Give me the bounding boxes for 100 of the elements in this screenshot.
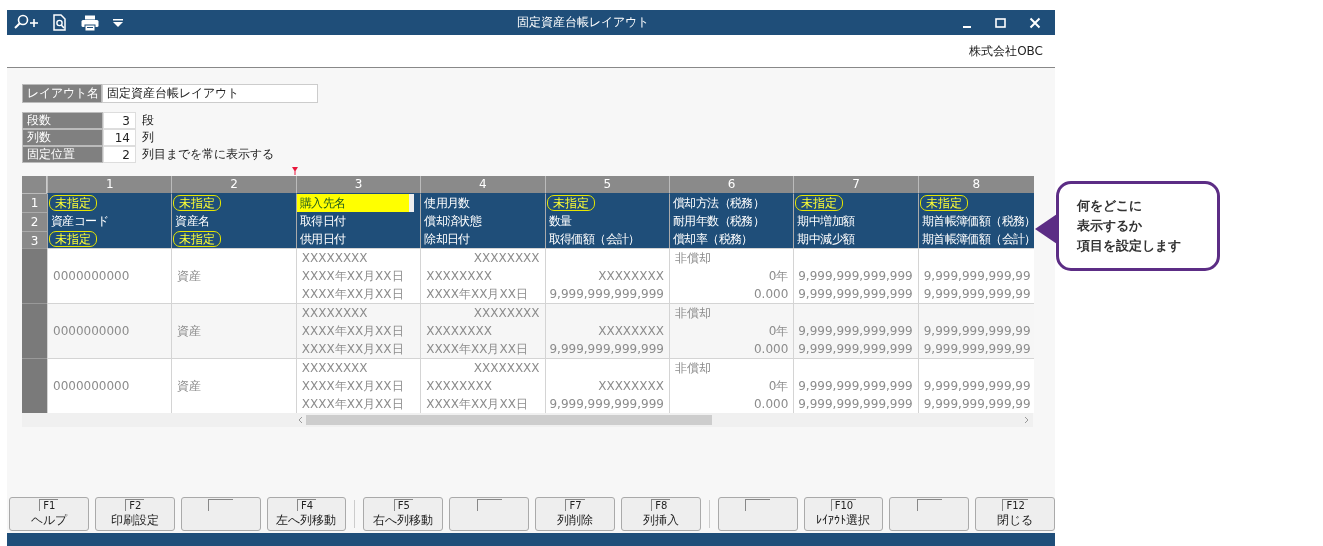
header-field[interactable]: 取得価額（会計） (545, 230, 669, 248)
number-field[interactable]: 14 (103, 129, 136, 146)
function-button[interactable]: F7 列削除 (535, 497, 615, 531)
cell-value: 9,999,999,999,999 (798, 286, 913, 303)
cell-value: 0年 (768, 378, 789, 395)
layout-name-field[interactable]: 固定資産台帳レイアウト (102, 84, 318, 103)
cell-value: XXXX年XX月XX日 (301, 396, 404, 413)
blank-function-button[interactable] (449, 497, 530, 531)
cell-value: XXXXXXXX (598, 323, 664, 340)
cell-value: XXXXXXXX (426, 323, 492, 340)
dropdown-icon[interactable] (113, 18, 123, 27)
company-name: 株式会社OBC (969, 42, 1043, 60)
unassigned-badge[interactable]: 未指定 (546, 195, 595, 211)
unassigned-badge[interactable]: 未指定 (49, 231, 97, 247)
cell-value: 9,999,999,999,99 (923, 286, 1031, 303)
header-field[interactable]: 償却済状態 (421, 212, 545, 230)
cell-value: 非償却 (674, 305, 711, 322)
fixed-column-marker-icon (292, 167, 298, 175)
cell-value: 資産 (177, 267, 203, 285)
cell-value: XXXXXXXX (473, 250, 540, 267)
header-field[interactable]: 購入先名 (296, 194, 415, 212)
document-search-icon[interactable] (53, 14, 67, 31)
cell-value: 0.000 (754, 396, 789, 413)
unassigned-badge[interactable]: 未指定 (795, 195, 844, 211)
header-field[interactable]: 供用日付 (296, 230, 421, 248)
function-button[interactable]: F1 ヘルプ (9, 497, 89, 531)
function-button[interactable]: F4 左へ列移動 (266, 497, 347, 531)
blank-function-button[interactable] (717, 497, 798, 531)
cell-value: 9,999,999,999,99 (923, 396, 1031, 413)
header-field[interactable]: 耐用年数（税務） (669, 212, 794, 230)
cell-value: XXXXXXXX (598, 268, 664, 285)
function-button[interactable]: F12 閉じる (975, 497, 1056, 531)
blank-function-button[interactable] (180, 497, 261, 531)
cell-value: 9,999,999,999,999 (798, 323, 913, 340)
number-field[interactable]: 3 (103, 112, 136, 129)
field-label: 固定位置 (22, 146, 103, 163)
function-button[interactable]: F2 印刷設定 (94, 497, 175, 531)
unassigned-badge[interactable]: 未指定 (173, 195, 222, 211)
close-icon[interactable] (1029, 16, 1041, 29)
printer-icon[interactable] (81, 14, 99, 31)
cell-value: 9,999,999,999,999 (798, 268, 913, 285)
blank-function-button[interactable] (889, 497, 970, 531)
maximize-icon[interactable] (995, 16, 1007, 29)
cell-value: XXXXXXXX (473, 360, 540, 377)
field-label: 列数 (22, 129, 103, 146)
cell-value: 9,999,999,999,999 (549, 341, 664, 358)
field-label: 段数 (22, 112, 103, 129)
header-field[interactable]: 期首帳簿価額（会計） (918, 230, 1036, 248)
cell-value: 9,999,999,999,999 (798, 341, 913, 358)
cell-value: 9,999,999,999,99 (923, 268, 1031, 285)
cell-value: 9,999,999,999,99 (923, 323, 1031, 340)
cell-value: XXXXXXXX (426, 268, 492, 285)
cell-value: 資産 (177, 322, 203, 340)
header-field[interactable]: 償却率（税務） (669, 230, 794, 248)
cell-value: XXXXXXXX (473, 305, 540, 322)
cell-value: 9,999,999,999,999 (549, 396, 664, 413)
header-field[interactable]: 資産コード (48, 212, 172, 230)
header-field[interactable]: 期中減少額 (794, 230, 918, 248)
cell-value: 9,999,999,999,99 (923, 378, 1031, 395)
cell-value: XXXX年XX月XX日 (301, 268, 404, 285)
cell-value: XXXX年XX月XX日 (301, 323, 404, 340)
header-field[interactable]: 期中増加額 (794, 212, 918, 230)
field-label: レイアウト名 (22, 84, 102, 103)
unassigned-badge[interactable]: 未指定 (919, 195, 968, 211)
unit-label: 段 (141, 112, 154, 129)
cell-value: 0.000 (754, 341, 789, 358)
cell-value: 9,999,999,999,999 (798, 378, 913, 395)
unassigned-badge[interactable]: 未指定 (49, 195, 97, 211)
cell-value: XXXX年XX月XX日 (301, 341, 404, 358)
cell-value: 9,999,999,999,999 (549, 286, 664, 303)
cell-value: 9,999,999,999,99 (923, 341, 1031, 358)
unassigned-badge[interactable]: 未指定 (173, 231, 222, 247)
header-field[interactable]: 取得日付 (296, 212, 421, 230)
header-field[interactable]: 資産名 (172, 212, 296, 230)
cell-value: 0000000000 (53, 324, 131, 338)
cell-value: XXXXXXXX (301, 360, 368, 377)
cell-value: XXXX年XX月XX日 (426, 286, 528, 303)
header-field[interactable]: 期首帳簿価額（税務） (918, 212, 1036, 230)
header-field[interactable]: 除却日付 (421, 230, 545, 248)
cell-value: XXXX年XX月XX日 (301, 286, 404, 303)
function-button[interactable]: F8 列挿入 (620, 497, 701, 531)
cell-value: 9,999,999,999,999 (798, 396, 913, 413)
callout-text: 何をどこに 表示するか 項目を設定します (1075, 197, 1181, 255)
cell-value: XXXXXXXX (301, 305, 368, 322)
unit-label: 列 (141, 129, 154, 146)
cell-value: XXXXXXXX (301, 250, 368, 267)
cell-value: XXXX年XX月XX日 (426, 396, 528, 413)
header-field[interactable]: 使用月数 (421, 194, 545, 212)
unit-label: 列目までを常に表示する (141, 146, 274, 163)
cell-value: XXXXXXXX (598, 378, 664, 395)
number-field[interactable]: 2 (103, 146, 136, 163)
function-button[interactable]: F10 ﾚｲｱｳﾄ選択 (803, 497, 884, 531)
function-button[interactable]: F5 右へ列移動 (363, 497, 444, 531)
cell-value: 非償却 (674, 360, 711, 377)
horizontal-scrollbar[interactable] (22, 413, 1033, 427)
header-field[interactable]: 償却方法（税務） (669, 194, 794, 212)
cell-value: 0000000000 (53, 269, 131, 283)
scroll-thumb[interactable] (306, 415, 712, 425)
header-field[interactable]: 数量 (545, 212, 669, 230)
cell-value: 資産 (177, 377, 203, 395)
